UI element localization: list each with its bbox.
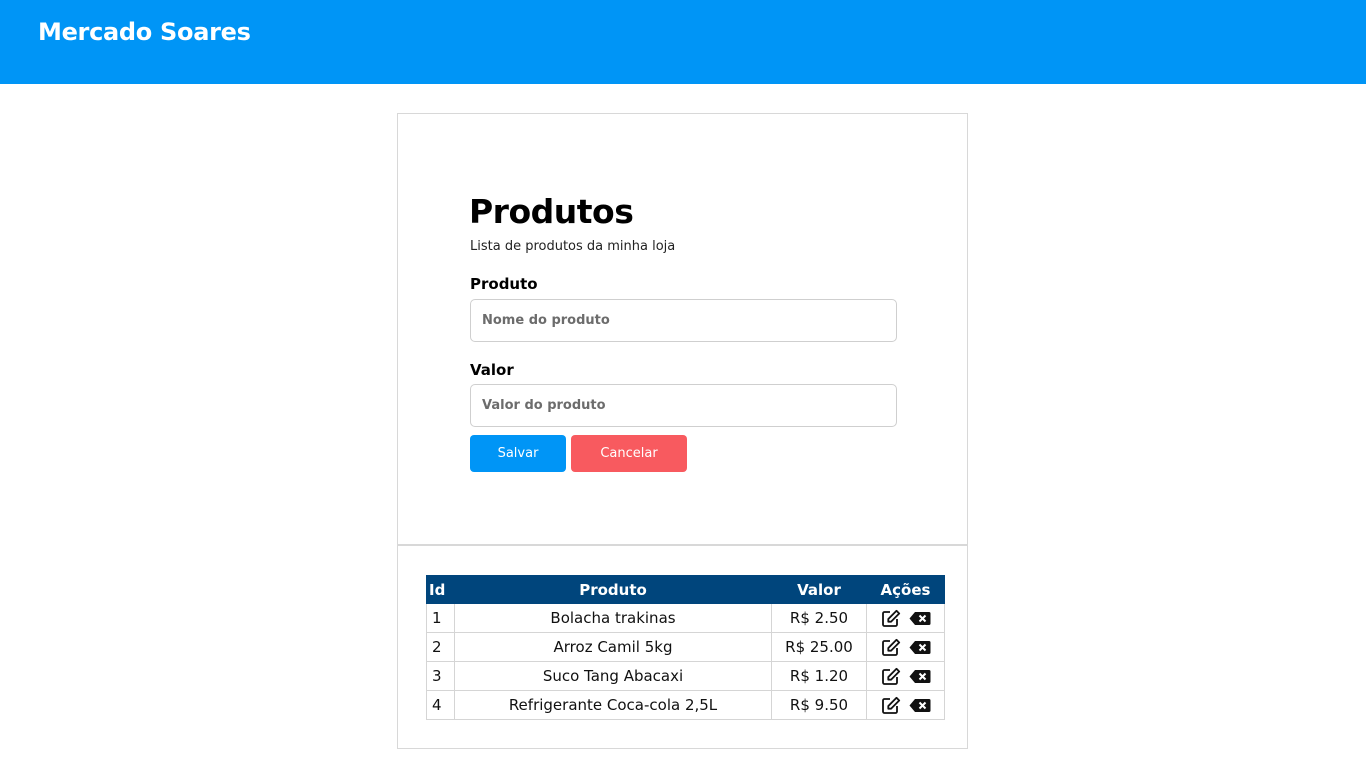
delete-icon[interactable] — [909, 698, 931, 713]
delete-icon[interactable] — [909, 669, 931, 684]
edit-icon[interactable] — [881, 696, 901, 715]
header-produto: Produto — [454, 575, 772, 604]
row-id: 3 — [426, 661, 455, 691]
delete-icon[interactable] — [909, 640, 931, 655]
cancel-button[interactable]: Cancelar — [571, 435, 687, 472]
edit-icon[interactable] — [881, 667, 901, 686]
row-produto: Arroz Camil 5kg — [454, 632, 772, 662]
row-actions — [866, 632, 945, 662]
row-produto: Bolacha trakinas — [454, 603, 772, 633]
header-valor: Valor — [771, 575, 867, 604]
product-form: Produtos Lista de produtos da minha loja… — [398, 114, 967, 546]
page-subtitle: Lista de produtos da minha loja — [470, 239, 676, 254]
table-header-row: Id Produto Valor Ações — [426, 575, 945, 604]
row-produto: Refrigerante Coca-cola 2,5L — [454, 690, 772, 720]
header-id: Id — [426, 575, 455, 604]
edit-icon[interactable] — [881, 609, 901, 628]
row-actions — [866, 661, 945, 691]
delete-icon[interactable] — [909, 611, 931, 626]
table-row: 2 Arroz Camil 5kg R$ 25.00 — [426, 632, 945, 662]
row-actions — [866, 603, 945, 633]
product-value-input[interactable] — [470, 384, 897, 427]
row-valor: R$ 9.50 — [771, 690, 867, 720]
page-title: Produtos — [469, 192, 634, 231]
row-valor: R$ 1.20 — [771, 661, 867, 691]
products-panel: Produtos Lista de produtos da minha loja… — [397, 113, 968, 749]
row-valor: R$ 2.50 — [771, 603, 867, 633]
row-valor: R$ 25.00 — [771, 632, 867, 662]
row-produto: Suco Tang Abacaxi — [454, 661, 772, 691]
top-navbar: Mercado Soares — [0, 0, 1366, 84]
row-id: 4 — [426, 690, 455, 720]
brand-title[interactable]: Mercado Soares — [38, 18, 251, 46]
product-name-label: Produto — [470, 275, 538, 293]
row-id: 1 — [426, 603, 455, 633]
product-value-label: Valor — [470, 361, 514, 379]
table-row: 1 Bolacha trakinas R$ 2.50 — [426, 603, 945, 633]
table-row: 3 Suco Tang Abacaxi R$ 1.20 — [426, 661, 945, 691]
products-table-container: Id Produto Valor Ações 1 Bolacha trakina… — [426, 575, 945, 720]
edit-icon[interactable] — [881, 638, 901, 657]
header-acoes: Ações — [866, 575, 945, 604]
row-actions — [866, 690, 945, 720]
row-id: 2 — [426, 632, 455, 662]
products-table: Id Produto Valor Ações 1 Bolacha trakina… — [426, 575, 945, 720]
table-row: 4 Refrigerante Coca-cola 2,5L R$ 9.50 — [426, 690, 945, 720]
product-name-input[interactable] — [470, 299, 897, 342]
save-button[interactable]: Salvar — [470, 435, 566, 472]
